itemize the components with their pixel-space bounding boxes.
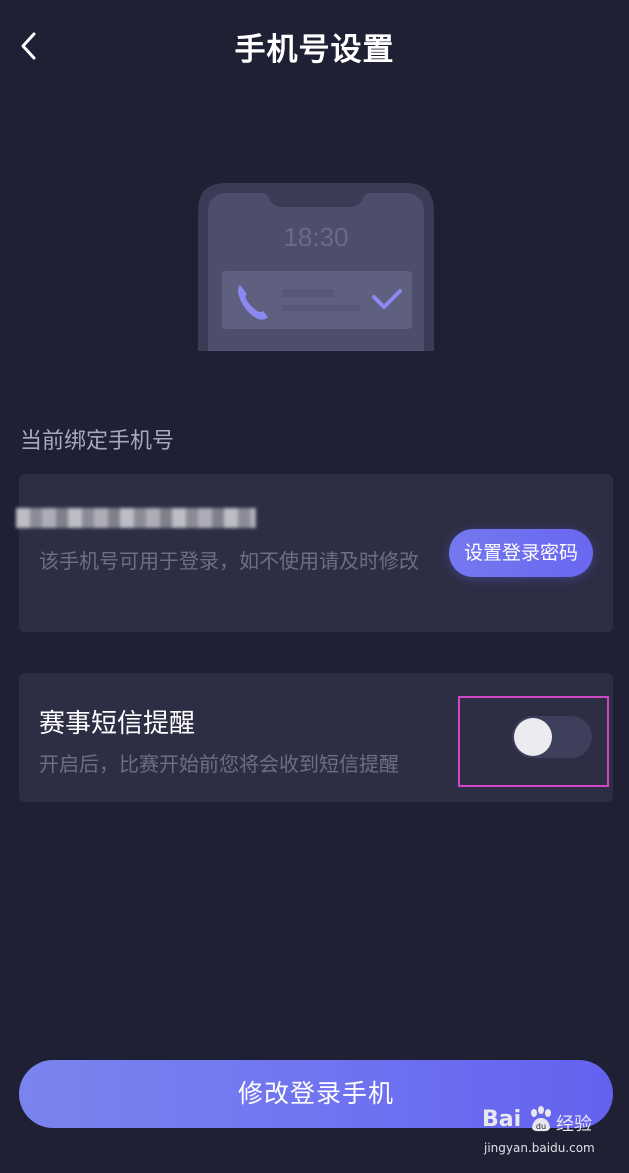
- phone-illustration: 18:30: [196, 181, 436, 351]
- navigation-bar: 手机号设置: [0, 0, 629, 95]
- page-title: 手机号设置: [234, 32, 395, 68]
- baidu-jingyan-watermark: Bai du 经验 jingyan.baidu.com: [482, 1106, 622, 1165]
- section-label: 当前绑定手机号: [20, 429, 175, 454]
- svg-text:du: du: [536, 1122, 546, 1131]
- toggle-knob: [514, 718, 552, 756]
- watermark-url: jingyan.baidu.com: [484, 1141, 595, 1155]
- set-login-password-button[interactable]: 设置登录密码: [449, 529, 593, 577]
- phone-number-redacted: [16, 508, 256, 528]
- watermark-brand: Bai: [482, 1107, 522, 1132]
- notification-card: [222, 271, 412, 329]
- watermark-jingyan: 经验: [556, 1114, 592, 1135]
- placeholder-line: [282, 305, 360, 311]
- placeholder-line: [282, 289, 334, 297]
- phone-description: 该手机号可用于登录，如不使用请及时修改: [39, 549, 419, 573]
- sms-reminder-toggle[interactable]: [512, 716, 592, 758]
- lockscreen-time: 18:30: [283, 222, 349, 252]
- bound-phone-card: 该手机号可用于登录，如不使用请及时修改 设置登录密码: [16, 474, 613, 632]
- sms-reminder-card: 赛事短信提醒 开启后，比赛开始前您将会收到短信提醒: [19, 673, 613, 802]
- sms-reminder-description: 开启后，比赛开始前您将会收到短信提醒: [39, 752, 399, 776]
- paw-icon: du: [531, 1106, 551, 1132]
- sms-reminder-title: 赛事短信提醒: [39, 709, 196, 739]
